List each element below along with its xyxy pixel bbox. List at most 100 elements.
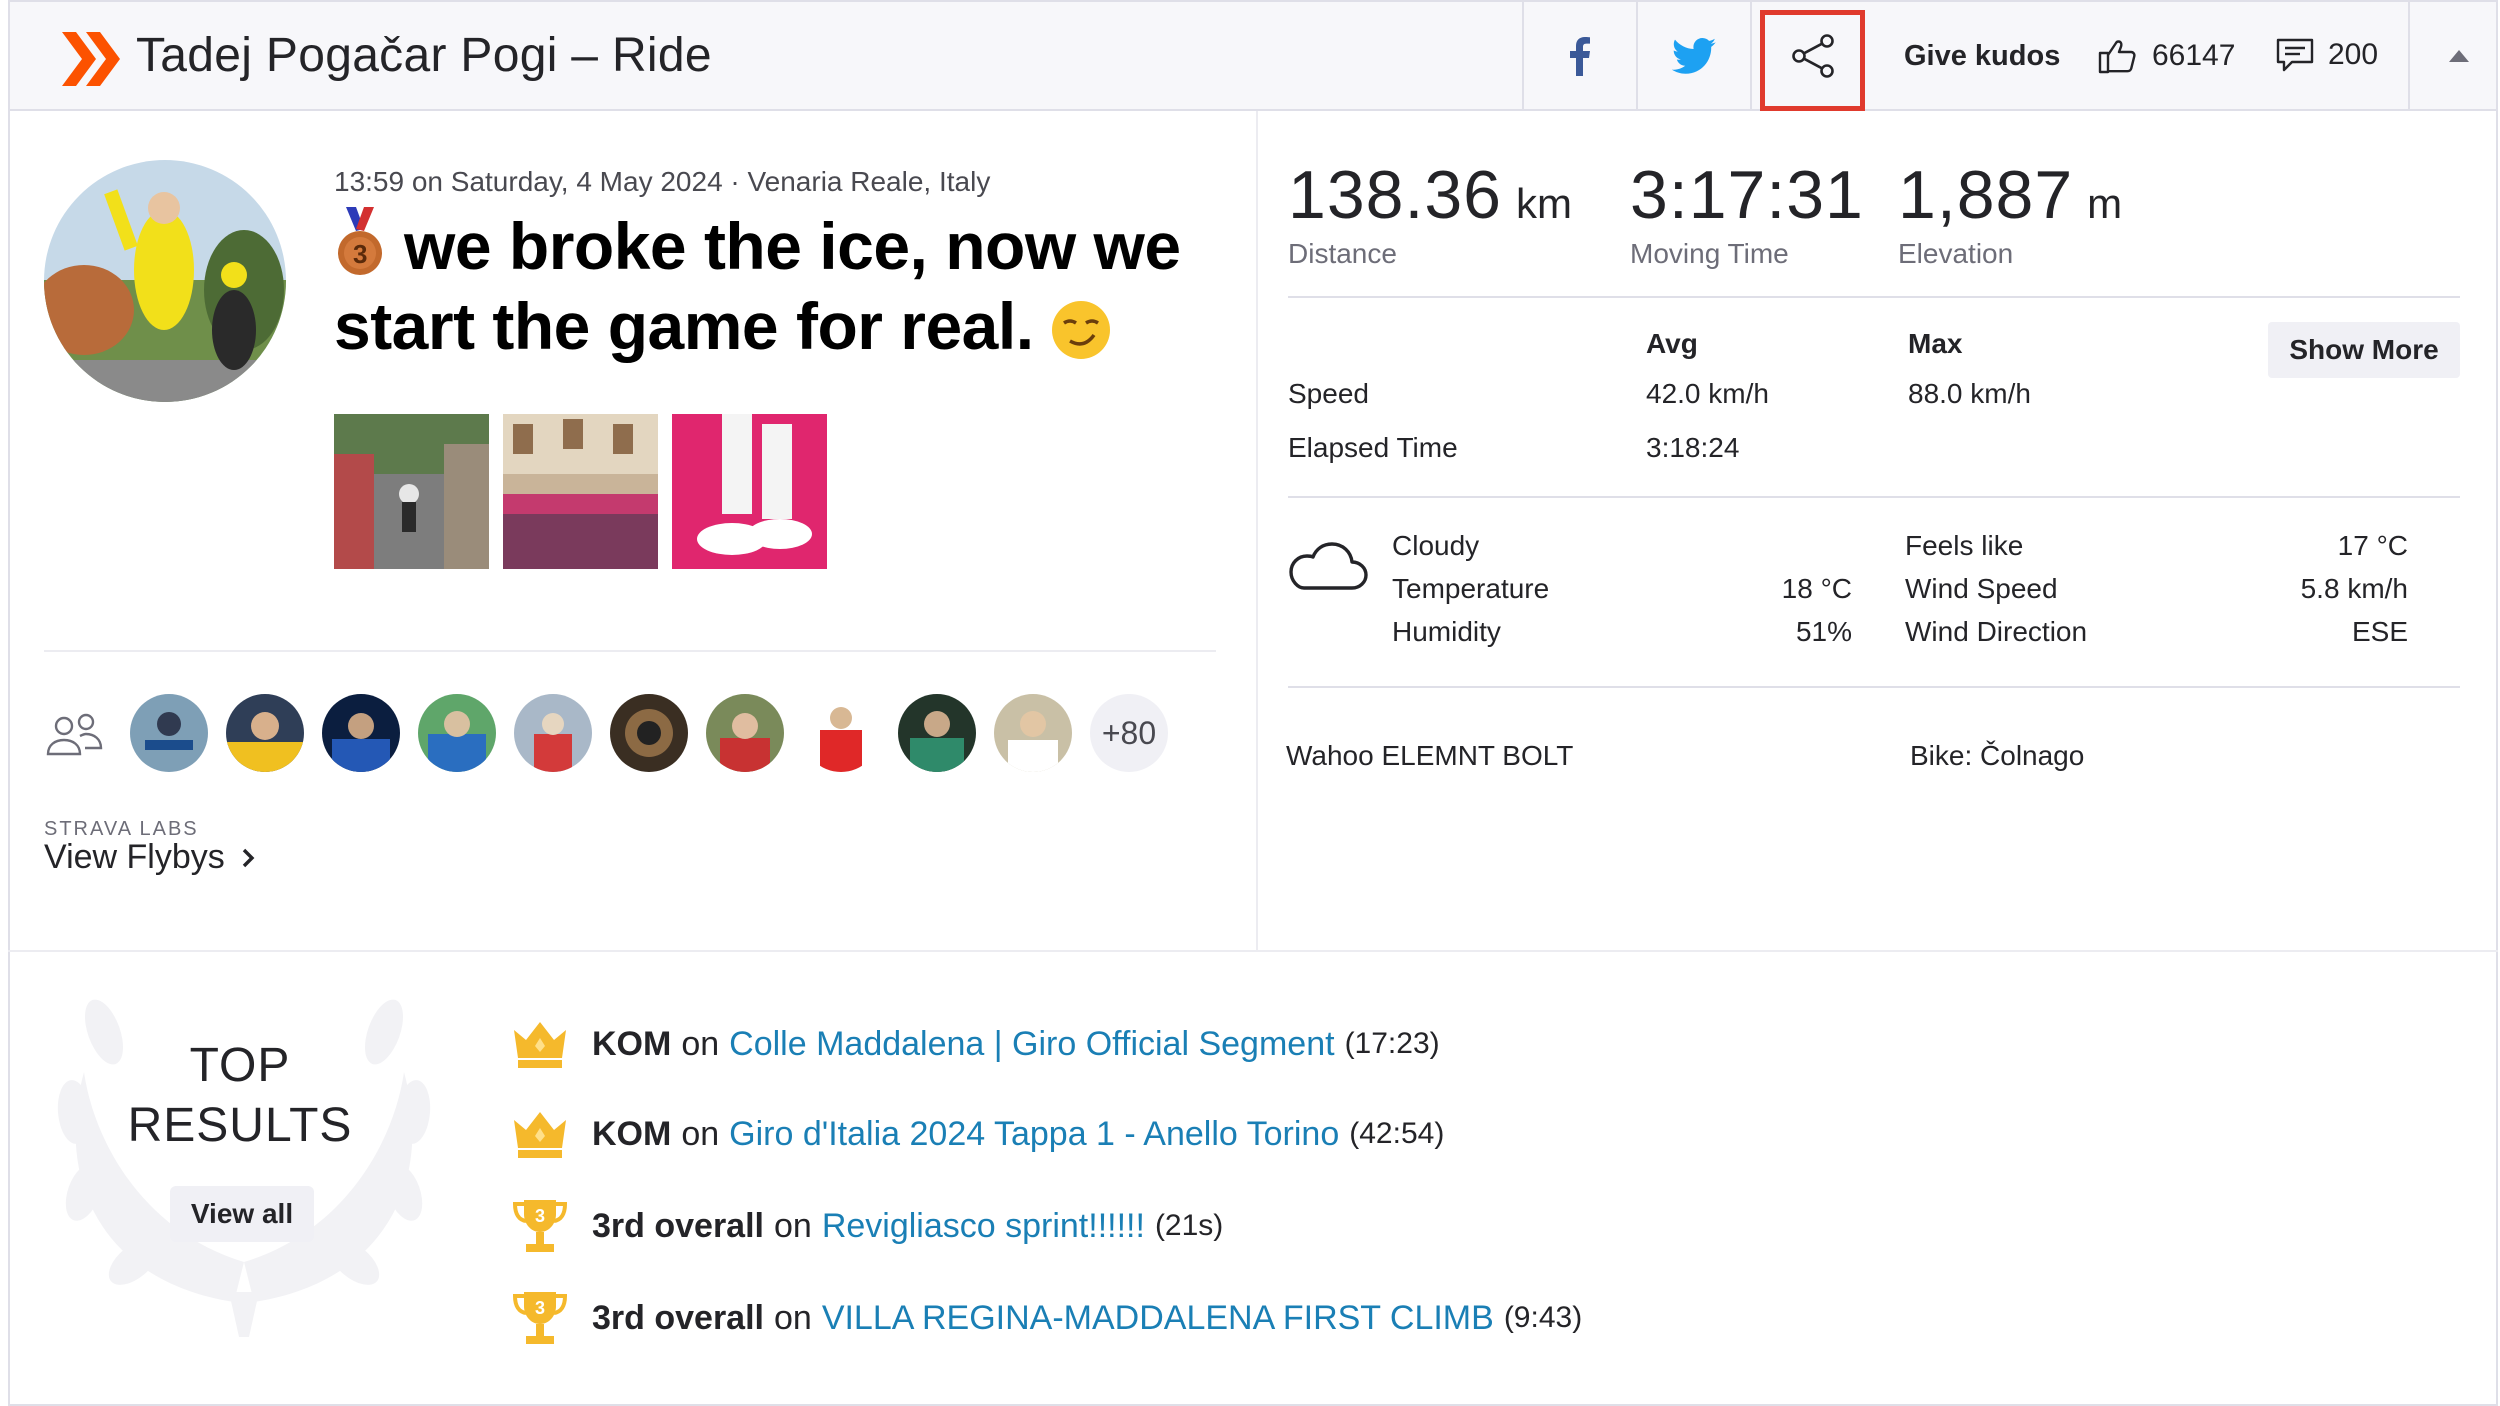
elapsed-time-avg: 3:18:24 bbox=[1646, 432, 1740, 463]
athlete-avatar[interactable] bbox=[130, 694, 208, 772]
temperature-label: Temperature bbox=[1392, 573, 1550, 604]
group-riders-icon bbox=[46, 713, 103, 756]
weather-divider bbox=[1288, 686, 2460, 688]
humidity-label: Humidity bbox=[1392, 616, 1501, 647]
result-rank: KOM bbox=[592, 1114, 672, 1153]
facebook-icon bbox=[1570, 36, 1590, 76]
athlete-avatar[interactable] bbox=[418, 694, 496, 772]
athlete-avatar[interactable] bbox=[514, 694, 592, 772]
activity-photos bbox=[334, 414, 827, 569]
smirk-emoji-icon bbox=[1051, 301, 1110, 359]
share-highlight-box bbox=[1760, 10, 1865, 111]
give-kudos-button[interactable]: Give kudos bbox=[1904, 40, 2060, 73]
activity-header: Tadej Pogačar Pogi – Ride Give kudos 661… bbox=[8, 0, 2498, 111]
humidity-value: 51% bbox=[1795, 616, 1852, 647]
top-results-title: TOP RESULTS bbox=[110, 1036, 370, 1156]
bronze-medal-icon: 3 bbox=[338, 207, 382, 275]
distance-value: 138.36 bbox=[1288, 157, 1502, 233]
comments-count: 200 bbox=[2328, 38, 2379, 71]
speed-avg: 42.0 km/h bbox=[1646, 378, 1769, 409]
elevation-unit: m bbox=[2087, 180, 2123, 227]
result-on: on bbox=[773, 1206, 812, 1245]
twitter-share-button[interactable] bbox=[1636, 2, 1750, 109]
athlete-avatar[interactable] bbox=[706, 694, 784, 772]
top-results-title-line2: RESULTS bbox=[127, 1099, 353, 1152]
device-name: Wahoo ELEMNT BOLT bbox=[1286, 740, 1574, 771]
feels-like-value: 17 °C bbox=[2337, 530, 2408, 561]
athlete-avatar[interactable] bbox=[898, 694, 976, 772]
photo-thumbnail[interactable] bbox=[503, 414, 658, 569]
kudos-count-button[interactable]: 66147 bbox=[2098, 38, 2235, 74]
speed-label: Speed bbox=[1288, 378, 1369, 409]
max-header: Max bbox=[1908, 328, 1963, 359]
result-on: on bbox=[681, 1024, 720, 1063]
view-flybys-label: View Flybys bbox=[44, 838, 225, 876]
cloud-icon bbox=[1289, 542, 1368, 590]
result-item: KOM on Giro d'Italia 2024 Tappa 1 - Anel… bbox=[512, 1106, 1444, 1162]
twitter-icon bbox=[1672, 37, 1716, 74]
wind-speed-label: Wind Speed bbox=[1905, 573, 2058, 604]
elevation-label: Elevation bbox=[1898, 238, 2014, 269]
result-time: (17:23) bbox=[1344, 1027, 1440, 1060]
activity-meta: 13:59 on Saturday, 4 May 2024 · Venaria … bbox=[334, 166, 991, 197]
strava-chevron-icon bbox=[62, 32, 120, 86]
group-athletes: +80 bbox=[130, 694, 1168, 772]
show-more-button[interactable]: Show More bbox=[2268, 322, 2460, 378]
collapse-button[interactable] bbox=[2408, 2, 2500, 109]
result-item: 3 3rd overall on Revigliasco sprint!!!!!… bbox=[512, 1198, 1223, 1254]
section-divider bbox=[8, 950, 2498, 952]
stat-elevation: 1,887 m Elevation bbox=[1898, 156, 2122, 270]
caret-up-icon bbox=[2449, 49, 2469, 62]
result-on: on bbox=[773, 1298, 812, 1337]
result-rank: KOM bbox=[592, 1024, 672, 1063]
avg-header: Avg bbox=[1646, 328, 1698, 359]
temperature-value: 18 °C bbox=[1781, 573, 1852, 604]
stat-distance: 138.36 km Distance bbox=[1288, 156, 1572, 270]
trophy-icon: 3 bbox=[512, 1292, 568, 1344]
feels-like-label: Feels like bbox=[1905, 530, 2024, 561]
kudos-count: 66147 bbox=[2152, 39, 2236, 72]
athlete-avatar[interactable] bbox=[322, 694, 400, 772]
athlete-avatar[interactable] bbox=[44, 160, 286, 402]
result-rank: 3rd overall bbox=[592, 1206, 764, 1245]
more-athletes-button[interactable]: +80 bbox=[1090, 694, 1168, 772]
result-segment-link[interactable]: Colle Maddalena | Giro Official Segment bbox=[729, 1025, 1334, 1064]
result-item: 3 3rd overall on VILLA REGINA-MADDALENA … bbox=[512, 1290, 1582, 1346]
stat-moving-time: 3:17:31 Moving Time bbox=[1630, 156, 1864, 270]
photo-thumbnail[interactable] bbox=[672, 414, 827, 569]
top-results-title-line1: TOP bbox=[189, 1039, 291, 1092]
result-segment-link[interactable]: VILLA REGINA-MADDALENA FIRST CLIMB bbox=[822, 1299, 1494, 1338]
stats-divider bbox=[1288, 496, 2460, 498]
chevron-right-icon bbox=[242, 848, 255, 867]
stats-divider bbox=[1288, 296, 2460, 298]
thumbs-up-icon bbox=[2098, 40, 2136, 74]
section-divider bbox=[44, 650, 1216, 652]
wind-direction-value: ESE bbox=[2351, 616, 2408, 647]
result-segment-link[interactable]: Revigliasco sprint!!!!!! bbox=[822, 1207, 1145, 1246]
moving-time-value: 3:17:31 bbox=[1630, 157, 1864, 233]
result-time: (9:43) bbox=[1503, 1301, 1583, 1334]
photo-thumbnail[interactable] bbox=[334, 414, 489, 569]
view-all-button[interactable]: View all bbox=[170, 1186, 314, 1242]
activity-title: Tadej Pogačar Pogi – Ride bbox=[136, 29, 712, 82]
result-rank: 3rd overall bbox=[592, 1298, 764, 1337]
comments-count-button[interactable]: 200 bbox=[2276, 38, 2378, 72]
athlete-avatar[interactable] bbox=[226, 694, 304, 772]
activity-headline: 3 we broke the ice, now we start the gam… bbox=[334, 206, 1234, 366]
crown-icon bbox=[514, 1022, 566, 1068]
distance-unit: km bbox=[1515, 180, 1572, 227]
moving-time-label: Moving Time bbox=[1630, 238, 1789, 269]
result-time: (42:54) bbox=[1349, 1117, 1445, 1150]
facebook-share-button[interactable] bbox=[1522, 2, 1636, 109]
athlete-avatar[interactable] bbox=[802, 694, 880, 772]
svg-text:3: 3 bbox=[353, 239, 367, 269]
athlete-avatar[interactable] bbox=[994, 694, 1072, 772]
result-on: on bbox=[681, 1114, 720, 1153]
view-flybys-link[interactable]: View Flybys bbox=[44, 838, 255, 877]
result-segment-link[interactable]: Giro d'Italia 2024 Tappa 1 - Anello Tori… bbox=[729, 1115, 1339, 1154]
athlete-avatar[interactable] bbox=[610, 694, 688, 772]
result-time: (21s) bbox=[1154, 1209, 1224, 1242]
column-divider bbox=[1256, 111, 1258, 951]
trophy-icon: 3 bbox=[512, 1200, 568, 1252]
crown-icon bbox=[514, 1112, 566, 1158]
